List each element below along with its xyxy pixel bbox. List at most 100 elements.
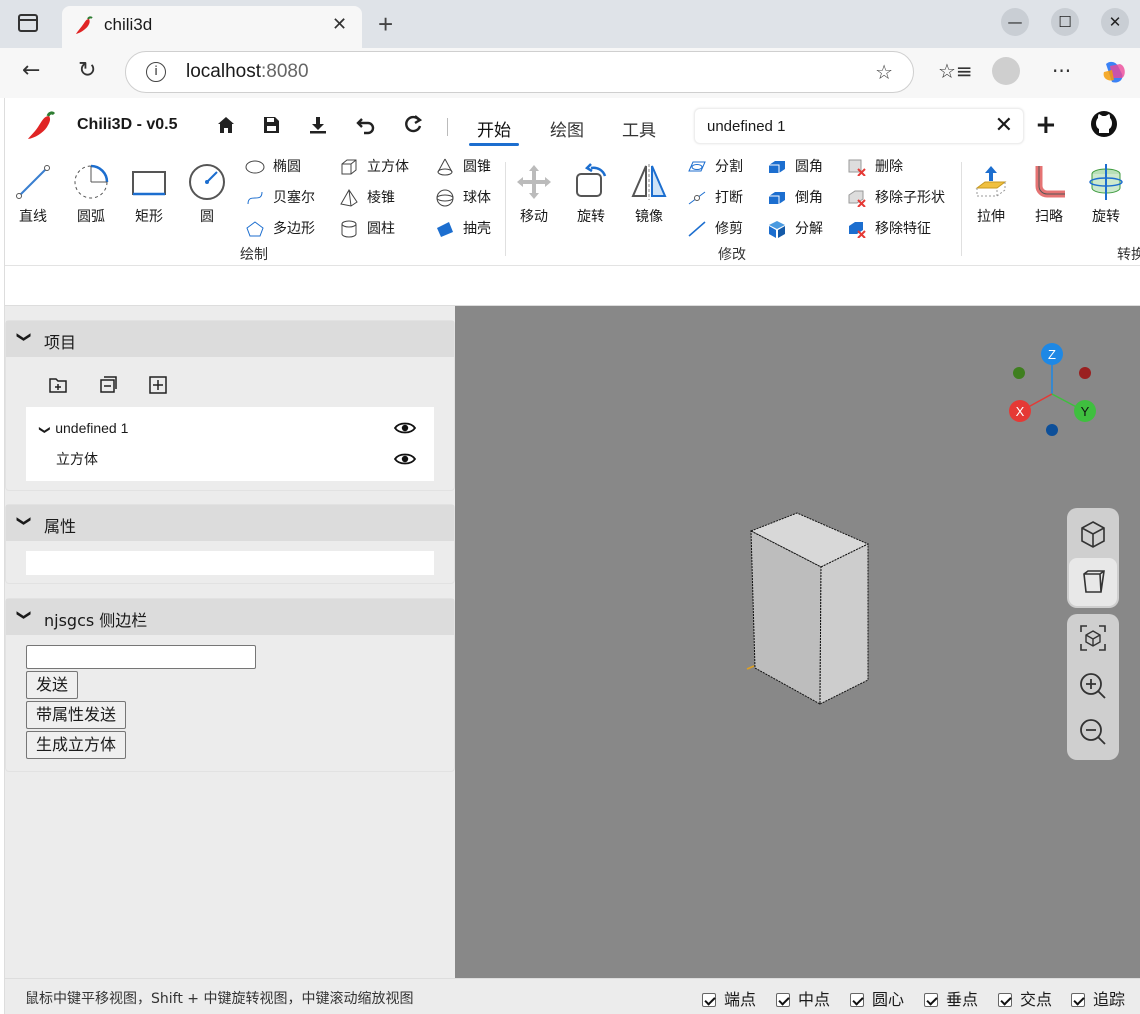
new-tab-button[interactable]: + (378, 9, 393, 40)
rectangle-tool-label: 矩形 (135, 209, 163, 225)
cylinder-tool-button[interactable]: 圆柱 (339, 218, 395, 240)
chili-logo-icon (28, 111, 56, 139)
generate-box-button[interactable]: 生成立方体 (26, 731, 127, 759)
refresh-icon[interactable]: ↻ (78, 58, 96, 83)
cone-tool-button[interactable]: 圆锥 (435, 156, 491, 178)
remove-subshape-tool-button[interactable]: 移除子形状 (847, 187, 945, 209)
message-input[interactable] (26, 645, 256, 669)
snap-tracking-checkbox[interactable]: 追踪 (1071, 986, 1125, 1010)
box-model[interactable] (749, 512, 870, 705)
sweep-icon (1035, 166, 1065, 198)
circle-tool-button[interactable]: 圆 (179, 162, 235, 226)
github-icon[interactable] (1090, 110, 1118, 138)
close-document-icon[interactable]: ✕ (995, 113, 1013, 138)
polygon-tool-button[interactable]: 多边形 (245, 218, 315, 240)
new-document-button[interactable]: + (1035, 110, 1057, 140)
cone-icon (437, 158, 453, 176)
pyramid-tool-button[interactable]: 棱锥 (339, 187, 395, 209)
tree-node-box[interactable]: 立方体 (56, 444, 98, 474)
favorite-star-icon[interactable]: ☆ (875, 60, 893, 84)
collapse-all-icon[interactable] (98, 375, 118, 395)
split-icon (688, 161, 706, 172)
axis-gizmo[interactable]: Z X Y (1009, 343, 1096, 436)
box-tool-button[interactable]: 立方体 (339, 156, 409, 178)
rotate-tool-label: 旋转 (577, 209, 605, 225)
download-icon[interactable] (307, 114, 329, 136)
send-button[interactable]: 发送 (26, 671, 79, 699)
zoom-out-icon[interactable] (1073, 712, 1113, 752)
rectangle-tool-button[interactable]: 矩形 (121, 162, 177, 226)
home-icon[interactable] (215, 114, 237, 136)
revolve-icon (1089, 164, 1123, 200)
minimize-button[interactable]: — (1001, 8, 1029, 36)
ellipse-tool-button[interactable]: 椭圆 (245, 156, 301, 178)
add-item-icon[interactable] (148, 375, 168, 395)
sidebar-toggle-icon[interactable] (18, 14, 38, 32)
site-info-icon[interactable]: i (146, 62, 166, 82)
chevron-down-icon[interactable]: ❯ (30, 425, 60, 434)
snap-midpoint-checkbox[interactable]: 中点 (776, 986, 830, 1010)
trim-tool-button[interactable]: 修剪 (687, 218, 743, 240)
delete-tool-button[interactable]: 删除 (847, 156, 903, 178)
address-bar[interactable]: i localhost:8080 ☆ (125, 51, 914, 93)
tab-tools[interactable]: 工具 (622, 116, 656, 141)
copilot-icon[interactable] (1100, 60, 1128, 84)
rotate-tool-button[interactable]: 旋转 (563, 162, 619, 226)
extrude-tool-button[interactable]: 拉伸 (963, 162, 1019, 226)
favorites-icon[interactable]: ☆≡ (938, 59, 973, 83)
snap-center-checkbox[interactable]: 圆心 (850, 986, 904, 1010)
break-tool-button[interactable]: 打断 (687, 187, 743, 209)
remove-feature-tool-button[interactable]: 移除特征 (847, 218, 931, 240)
wireframe-view-icon[interactable] (1073, 562, 1113, 602)
shell-icon (437, 222, 453, 237)
revolve-tool-button[interactable]: 旋转 (1078, 162, 1134, 226)
back-icon[interactable]: ← (22, 58, 40, 83)
browser-tab[interactable]: chili3d ✕ (62, 6, 362, 48)
tab-title: chili3d (104, 15, 153, 34)
shaded-view-icon[interactable] (1073, 514, 1113, 554)
njsgcs-panel-title: njsgcs 侧边栏 (44, 611, 148, 630)
snap-perpendicular-checkbox[interactable]: 垂点 (924, 986, 978, 1010)
send-with-properties-button[interactable]: 带属性发送 (26, 701, 127, 729)
visibility-eye-icon[interactable] (394, 421, 416, 435)
close-window-button[interactable]: ✕ (1101, 8, 1129, 36)
remove-subshape-icon (848, 190, 866, 208)
tree-node-document[interactable]: ❯ undefined 1 (39, 413, 129, 443)
snap-endpoint-checkbox[interactable]: 端点 (702, 986, 756, 1010)
url-text[interactable]: localhost:8080 (186, 61, 309, 83)
undo-icon[interactable] (355, 114, 377, 136)
tab-draw[interactable]: 绘图 (550, 116, 584, 141)
tab-start[interactable]: 开始 (469, 116, 519, 146)
split-tool-button[interactable]: 分割 (687, 156, 743, 178)
arc-tool-button[interactable]: 圆弧 (63, 162, 119, 226)
redo-icon[interactable] (402, 114, 424, 136)
more-menu-icon[interactable]: ··· (1052, 59, 1071, 83)
move-tool-button[interactable]: 移动 (506, 162, 562, 226)
snap-intersection-checkbox[interactable]: 交点 (998, 986, 1052, 1010)
project-panel-header[interactable]: ❯ 项目 (6, 321, 454, 357)
tab-close-icon[interactable]: ✕ (332, 14, 347, 35)
new-folder-icon[interactable] (48, 375, 68, 395)
fit-all-icon[interactable] (1073, 618, 1113, 658)
sweep-tool-button[interactable]: 扫略 (1021, 162, 1077, 226)
visibility-eye-icon[interactable] (394, 452, 416, 466)
chamfer-tool-button[interactable]: 倒角 (767, 187, 823, 209)
document-tab[interactable]: undefined 1 ✕ (694, 108, 1024, 144)
3d-viewport[interactable]: Z X Y (455, 306, 1140, 978)
properties-panel-header[interactable]: ❯ 属性 (6, 505, 454, 541)
bezier-tool-button[interactable]: 贝塞尔 (245, 187, 315, 209)
trim-icon (688, 221, 706, 237)
zoom-in-icon[interactable] (1073, 666, 1113, 706)
njsgcs-panel-header[interactable]: ❯ njsgcs 侧边栏 (6, 599, 454, 635)
maximize-button[interactable]: ☐ (1051, 8, 1079, 36)
fillet-tool-button[interactable]: 圆角 (767, 156, 823, 178)
line-tool-button[interactable]: 直线 (5, 162, 61, 226)
shell-tool-button[interactable]: 抽壳 (435, 218, 491, 240)
profile-avatar[interactable] (992, 57, 1020, 85)
mirror-tool-button[interactable]: 镜像 (621, 162, 677, 226)
pyramid-icon (340, 189, 358, 207)
save-icon[interactable] (260, 114, 282, 136)
sphere-tool-button[interactable]: 球体 (435, 187, 491, 209)
explode-tool-button[interactable]: 分解 (767, 218, 823, 240)
circle-icon (189, 164, 225, 200)
